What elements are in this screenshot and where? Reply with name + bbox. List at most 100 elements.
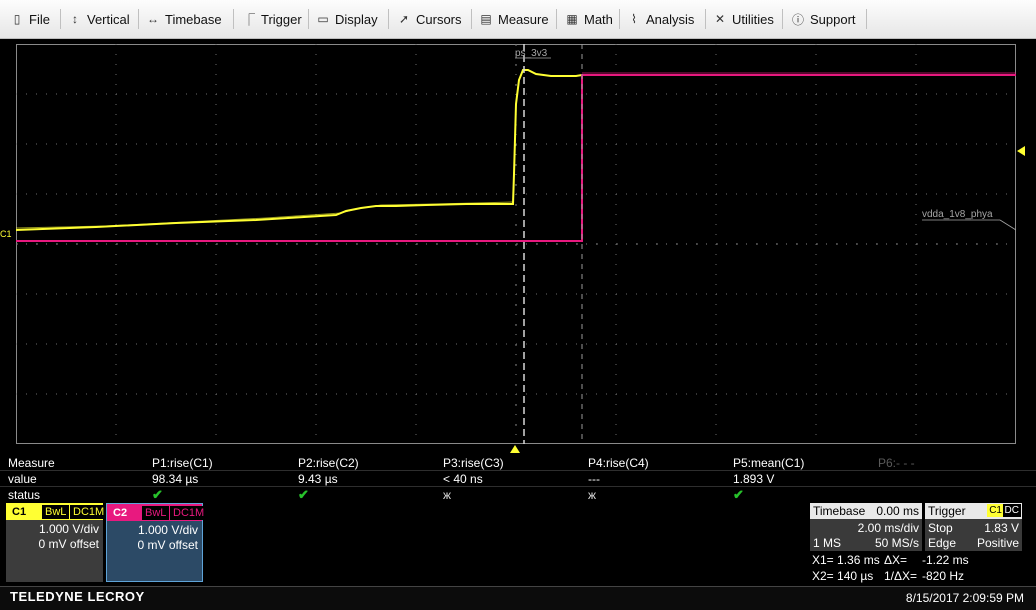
waveform-grid[interactable]: ps_3v3 vdda_1v8_phya (16, 44, 1016, 444)
menu-divider (60, 9, 61, 29)
vertical-arrows-icon: ↕ (72, 12, 78, 26)
param-p1-status-ok-icon: ✔ (152, 487, 163, 502)
menu-label: Math (584, 11, 613, 27)
param-p4-name[interactable]: P4:rise(C4) (588, 456, 649, 470)
measure-icon: ▤ (480, 12, 492, 26)
label-ps-3v3: ps_3v3 (515, 48, 548, 59)
menu-math[interactable]: ▦ Math (565, 0, 613, 38)
display-icon: ▭ (317, 12, 329, 26)
trigger-type: Edge (928, 536, 957, 550)
timebase-title: Timebase (813, 504, 866, 518)
param-p2-status-ok-icon: ✔ (298, 487, 309, 502)
menu-cursors[interactable]: ➚ Cursors (397, 0, 462, 38)
timebase-header: Timebase 0.00 ms (810, 503, 922, 519)
channel-c1-vdiv: 1.000 V/div (38, 522, 99, 536)
channel-c1-offset: 0 mV offset (38, 537, 99, 551)
menu-file[interactable]: ▯ File (10, 0, 50, 38)
menu-label: Timebase (165, 11, 222, 27)
param-p2-value: 9.43 µs (298, 472, 338, 486)
measure-row-label: Measure (8, 456, 55, 470)
menu-divider (619, 9, 620, 29)
channel-c1-name: C1 (12, 506, 27, 518)
analysis-chart-icon: ⌇ (631, 12, 637, 26)
param-p5-status-ok-icon: ✔ (733, 487, 744, 502)
trigger-icon: ⎾ (242, 12, 255, 27)
menu-label: Vertical (87, 11, 130, 27)
timebase-delay: 0.00 ms (876, 504, 919, 518)
trigger-coupling-badge: DC (1002, 504, 1021, 517)
measure-row-divider (0, 470, 1036, 471)
waveform-svg: ps_3v3 vdda_1v8_phya (16, 44, 1016, 444)
channel-c2-bw-badge: BwL (142, 506, 170, 520)
menu-support[interactable]: ⓘ Support (791, 0, 856, 38)
trigger-title: Trigger (928, 504, 966, 518)
channel-c1-bw-badge: BwL (42, 505, 70, 519)
menu-divider (388, 9, 389, 29)
channel-c1-descriptor[interactable]: C1 BwL DC1M 1.000 V/div 0 mV offset (6, 503, 108, 582)
menu-label: Utilities (732, 11, 774, 27)
param-p4-value: --- (588, 472, 600, 486)
trigger-slope: Positive (976, 536, 1019, 550)
menu-trigger[interactable]: ⎾ Trigger (242, 0, 302, 38)
param-p6-name[interactable]: P6:- - - (878, 456, 915, 470)
cursor-inv-dx-label: 1/ΔX= (884, 569, 918, 583)
param-p4-status-invalid-icon: ж (588, 488, 597, 502)
info-icon: ⓘ (791, 12, 804, 27)
menu-divider (233, 9, 234, 29)
menu-label: Trigger (261, 11, 302, 27)
param-p3-name[interactable]: P3:rise(C3) (443, 456, 504, 470)
menu-analysis[interactable]: ⌇ Analysis (627, 0, 694, 38)
menu-timebase[interactable]: ↔ Timebase (146, 0, 222, 38)
menu-label: Display (335, 11, 378, 27)
menu-divider (866, 9, 867, 29)
channel-c2-vdiv: 1.000 V/div (137, 523, 198, 537)
channel-c2-descriptor[interactable]: C2 BwL DC1M 1.000 V/div 0 mV offset (106, 503, 208, 582)
menu-label: File (29, 11, 50, 27)
c1-trace (16, 69, 583, 231)
cursor-x2-readout: X2= 140 µs (812, 569, 874, 583)
trigger-time-marker[interactable] (510, 445, 520, 453)
date-time: 8/15/2017 2:09:59 PM (905, 591, 1024, 605)
menu-utilities[interactable]: ✕ Utilities (713, 0, 774, 38)
menu-display[interactable]: ▭ Display (316, 0, 378, 38)
trigger-descriptor[interactable]: Trigger C1 DC Stop 1.83 V Edge Positive (925, 503, 1022, 551)
trigger-mode: Stop (928, 521, 953, 535)
value-row-label: value (8, 472, 37, 486)
param-p3-status-invalid-icon: ж (443, 488, 452, 502)
cursor-dx-value: -1.22 ms (922, 553, 969, 567)
menu-label: Measure (498, 11, 549, 27)
timebase-tdiv: 2.00 ms/div (857, 521, 919, 535)
param-p1-value: 98.34 µs (152, 472, 199, 486)
menu-divider (782, 9, 783, 29)
param-p2-name[interactable]: P2:rise(C2) (298, 456, 359, 470)
calculator-icon: ▦ (566, 12, 578, 26)
channel-c2-name: C2 (113, 507, 128, 519)
menu-divider (556, 9, 557, 29)
menu-divider (705, 9, 706, 29)
file-icon: ▯ (13, 12, 21, 26)
timebase-rate: 50 MS/s (874, 536, 919, 550)
cursor-x1-readout: X1= 1.36 ms (812, 553, 880, 567)
menu-label: Cursors (416, 11, 462, 27)
menu-label: Analysis (646, 11, 695, 27)
timebase-descriptor[interactable]: Timebase 0.00 ms 2.00 ms/div 1 MS 50 MS/… (810, 503, 922, 551)
trigger-level-marker[interactable] (1017, 146, 1025, 156)
menu-divider (471, 9, 472, 29)
channel-c1-coupling-badge: DC1M (70, 505, 108, 519)
trigger-source-badge: C1 (987, 504, 1004, 517)
c1-ground-marker[interactable]: C1 (0, 229, 12, 239)
cursor-arrow-icon: ➚ (398, 12, 410, 26)
cursor-inv-dx-value: -820 Hz (922, 569, 965, 583)
menu-measure[interactable]: ▤ Measure (479, 0, 549, 38)
horizontal-arrows-icon: ↔ (147, 12, 159, 26)
brand-logo: TELEDYNE LECROY (10, 589, 145, 604)
label-vdda-leader-diagonal (999, 219, 1016, 231)
menu-divider (308, 9, 309, 29)
menu-vertical[interactable]: ↕ Vertical (68, 0, 130, 38)
param-p1-name[interactable]: P1:rise(C1) (152, 456, 213, 470)
channel-c2-coupling-badge: DC1M (170, 506, 208, 520)
c1-trace-noise (16, 201, 514, 229)
menu-divider (138, 9, 139, 29)
status-bar (0, 586, 1036, 610)
param-p5-name[interactable]: P5:mean(C1) (733, 456, 804, 470)
